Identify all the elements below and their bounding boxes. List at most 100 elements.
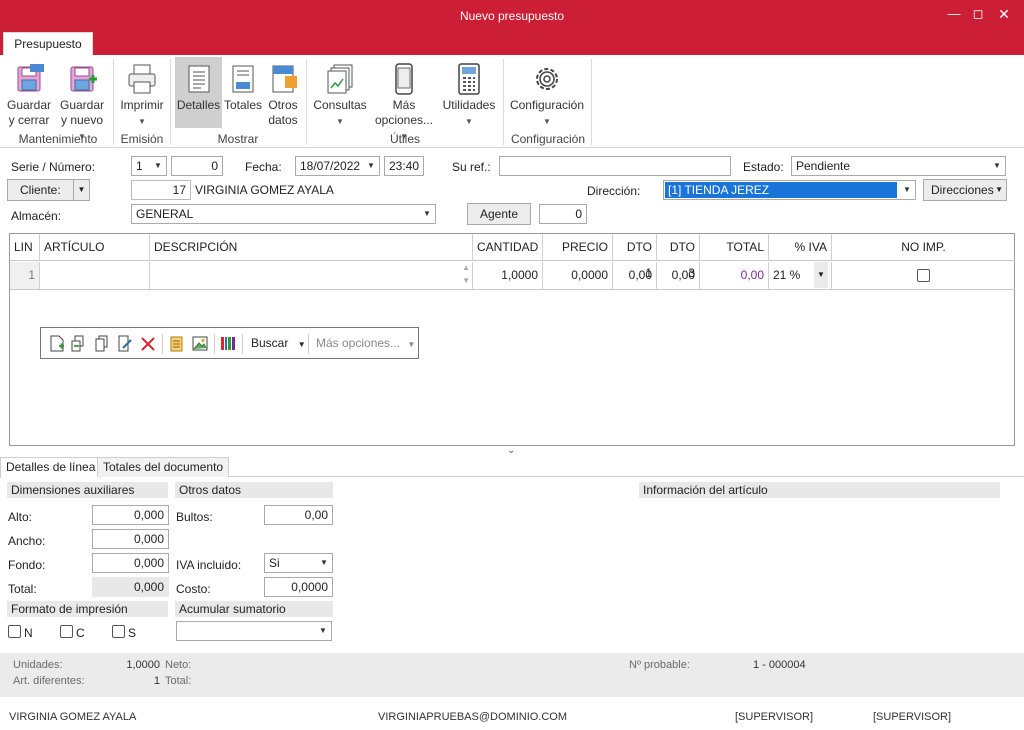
section-acumular: Acumular sumatorio <box>175 601 333 617</box>
serie-value: 1 <box>136 159 143 173</box>
search-dropdown[interactable]: Buscar ▼ <box>251 336 306 350</box>
chevron-down-icon: ▼ <box>465 117 473 126</box>
no-imp-checkbox[interactable] <box>917 269 930 282</box>
save-close-label-2: y cerrar <box>8 113 50 127</box>
col-header-cantidad[interactable]: CANTIDAD <box>473 234 543 261</box>
summary-bar: Unidades: 1,0000 Neto: Art. diferentes: … <box>0 653 1024 697</box>
more-options-label-2: opciones... <box>374 113 434 127</box>
cell-descripcion[interactable]: ▲ ▼ <box>150 262 473 290</box>
fecha-input[interactable]: 18/07/2022 ▼ <box>295 156 380 176</box>
cell-precio[interactable]: 0,0000 <box>543 262 613 290</box>
col-header-descripcion[interactable]: DESCRIPCIÓN <box>150 234 473 261</box>
bultos-input[interactable]: 0,00 <box>264 505 333 525</box>
estado-select[interactable]: Pendiente ▼ <box>791 156 1006 176</box>
toolbar-separator <box>242 334 243 354</box>
col-header-dto3[interactable]: DTO 3 <box>657 234 700 280</box>
iva-incluido-select[interactable]: Si ▼ <box>264 553 333 573</box>
total-value: 0,000 <box>92 577 169 597</box>
scroll-up-icon[interactable]: ▲ <box>462 262 470 274</box>
tab-detalles-linea[interactable]: Detalles de línea <box>0 457 102 478</box>
chevron-down-icon: ▼ <box>407 340 416 349</box>
alto-input[interactable]: 0,000 <box>92 505 169 525</box>
almacen-select[interactable]: GENERAL ▼ <box>131 204 436 224</box>
scroll-down-icon[interactable]: ▼ <box>462 275 470 287</box>
other-data-button[interactable]: Otros datos <box>264 57 302 129</box>
new-line-icon[interactable] <box>49 335 65 352</box>
settings-button[interactable]: Configuración ▼ <box>508 57 586 129</box>
cell-articulo[interactable] <box>40 262 150 290</box>
toolbar-separator <box>308 334 309 354</box>
formato-s-checkbox[interactable] <box>112 625 125 638</box>
unidades-label: Unidades: <box>13 659 63 671</box>
col-header-total[interactable]: TOTAL <box>700 234 769 261</box>
art-diferentes-value: 1 <box>153 675 160 687</box>
agente-input[interactable]: 0 <box>539 204 587 224</box>
title-bar: Nuevo presupuesto — ◻ ✕ <box>0 0 1024 32</box>
costo-input[interactable]: 0,0000 <box>264 577 333 597</box>
cell-no-imp[interactable] <box>832 262 1015 290</box>
ancho-input[interactable]: 0,000 <box>92 529 169 549</box>
total-label: Total: <box>8 582 37 596</box>
other-data-label-1: Otros <box>268 98 298 112</box>
delete-icon[interactable] <box>140 335 156 352</box>
ribbon-separator <box>170 59 171 145</box>
more-options-button[interactable]: Más opciones... ▼ <box>370 57 438 141</box>
agente-button[interactable]: Agente <box>467 203 531 225</box>
col-header-no-imp[interactable]: NO IMP. <box>832 234 1015 261</box>
formato-n-checkbox[interactable] <box>8 625 21 638</box>
cell-iva[interactable]: 21 % ▼ <box>769 262 832 290</box>
numero-input[interactable]: 0 <box>171 156 223 176</box>
su-ref-input[interactable] <box>499 156 731 176</box>
cliente-button[interactable]: Cliente: ▼ <box>7 179 90 201</box>
tab-totales-documento[interactable]: Totales del documento <box>97 457 230 477</box>
col-header-articulo[interactable]: ARTÍCULO <box>40 234 150 261</box>
print-button[interactable]: Imprimir ▼ <box>118 57 166 129</box>
chevron-down-icon: ▼ <box>543 117 551 126</box>
queries-button[interactable]: Consultas ▼ <box>311 57 369 129</box>
tab-presupuesto[interactable]: Presupuesto <box>3 32 93 56</box>
fondo-label: Fondo: <box>8 558 46 572</box>
ancho-label: Ancho: <box>8 534 46 548</box>
direccion-select[interactable]: [1] TIENDA JEREZ ▼ <box>663 180 916 200</box>
splitter-chevron-icon[interactable]: ⌄ <box>507 445 515 456</box>
cell-cantidad[interactable]: 1,0000 <box>473 262 543 290</box>
serie-select[interactable]: 1 ▼ <box>131 156 167 176</box>
gear-icon <box>536 68 558 90</box>
image-icon[interactable] <box>192 335 208 352</box>
cell-dto3[interactable]: 0,00 <box>657 262 700 290</box>
col-header-precio[interactable]: PRECIO <box>543 234 613 261</box>
formato-c-checkbox[interactable] <box>60 625 73 638</box>
col-header-lin[interactable]: LIN <box>10 234 40 261</box>
notes-icon[interactable] <box>168 335 184 352</box>
probable-label: Nº probable: <box>629 659 690 671</box>
other-data-label-2: datos <box>268 113 298 127</box>
cliente-name: VIRGINIA GOMEZ AYALA <box>195 183 334 197</box>
save-close-button[interactable]: Guardar y cerrar <box>6 57 52 129</box>
barcode-icon[interactable] <box>220 335 236 352</box>
utilities-button[interactable]: Utilidades ▼ <box>440 57 498 129</box>
col-header-dto1[interactable]: DTO 1 <box>613 234 657 280</box>
acumular-select[interactable]: ▼ <box>176 621 332 641</box>
cliente-button-label: Cliente: <box>20 183 61 197</box>
copy-icon[interactable] <box>94 335 110 352</box>
minimize-button[interactable]: — <box>944 4 964 24</box>
save-new-button[interactable]: Guardar y nuevo ▼ <box>56 57 108 141</box>
col-header-iva[interactable]: % IVA <box>769 234 832 261</box>
totals-button[interactable]: Totales <box>223 57 263 129</box>
close-button[interactable]: ✕ <box>994 4 1014 24</box>
fecha-value: 18/07/2022 <box>300 159 361 173</box>
direcciones-button[interactable]: Direcciones ▼ <box>923 179 1007 201</box>
toolbar-separator <box>214 334 215 354</box>
maximize-button[interactable]: ◻ <box>968 4 988 24</box>
totals-icon <box>232 65 254 93</box>
more-options-dropdown[interactable]: Más opciones... ▼ <box>316 336 415 350</box>
cliente-code-input[interactable]: 17 <box>131 180 191 200</box>
edit-icon[interactable] <box>117 335 133 352</box>
cell-dto1[interactable]: 0,00 <box>613 262 657 290</box>
group-label-mantenimiento: Mantenimiento <box>18 132 98 146</box>
hora-input[interactable]: 23:40 <box>384 156 424 176</box>
insert-line-icon[interactable] <box>71 335 87 352</box>
group-label-mostrar: Mostrar <box>217 132 259 146</box>
details-button[interactable]: Detalles <box>175 57 222 128</box>
fondo-input[interactable]: 0,000 <box>92 553 169 573</box>
